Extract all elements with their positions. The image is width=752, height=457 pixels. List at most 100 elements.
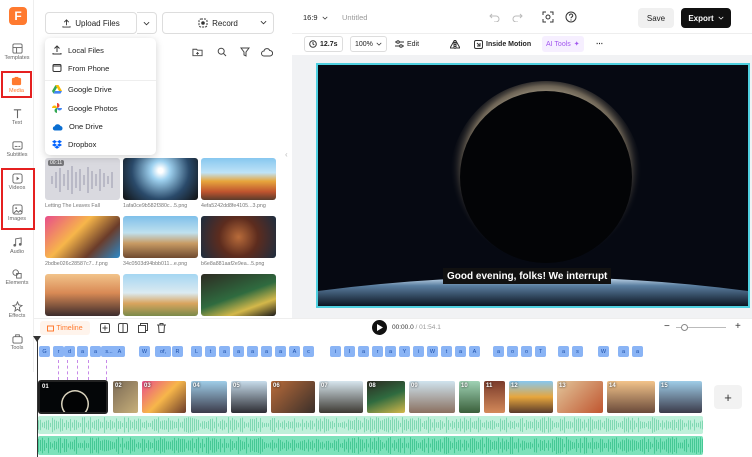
screen-capture-icon[interactable]: [542, 11, 554, 23]
subtitle-word-chip[interactable]: a: [558, 346, 569, 357]
sidebar-item-elements[interactable]: Elements: [1, 265, 33, 295]
subtitle-word-chip[interactable]: R: [172, 346, 183, 357]
save-button[interactable]: Save: [638, 8, 674, 28]
inside-motion-button[interactable]: Inside Motion: [474, 36, 531, 52]
subtitle-word-chip[interactable]: o: [507, 346, 518, 357]
subtitle-word-chip[interactable]: a: [261, 346, 272, 357]
subtitle-word-chip[interactable]: G: [39, 346, 50, 357]
media-thumbnail[interactable]: [201, 158, 276, 200]
subtitle-word-chip[interactable]: Y: [399, 346, 410, 357]
sidebar-item-templates[interactable]: Templates: [1, 40, 33, 70]
menu-item-from-phone[interactable]: From Phone: [52, 63, 109, 73]
app-logo[interactable]: F: [9, 7, 27, 25]
media-thumbnail[interactable]: [45, 274, 120, 316]
subtitle-word-chip[interactable]: i: [413, 346, 424, 357]
subtitle-word-chip[interactable]: a: [90, 346, 101, 357]
play-button[interactable]: [372, 320, 387, 335]
menu-item-google-drive[interactable]: Google Drive: [52, 85, 112, 94]
video-clip[interactable]: 02: [112, 380, 139, 414]
flip-icon[interactable]: [450, 36, 460, 52]
audio-track-voice[interactable]: [38, 416, 703, 434]
sidebar-item-text[interactable]: Text: [1, 105, 33, 135]
record-button[interactable]: Record: [162, 12, 274, 34]
edit-button[interactable]: Edit: [395, 36, 419, 52]
subtitle-word-chip[interactable]: c: [303, 346, 314, 357]
undo-icon[interactable]: [489, 12, 500, 22]
subtitle-word-chip[interactable]: a: [455, 346, 466, 357]
video-clip[interactable]: 13: [556, 380, 604, 414]
subtitle-word-chip[interactable]: A: [289, 346, 300, 357]
subtitle-word-chip[interactable]: W: [598, 346, 609, 357]
filter-icon[interactable]: [238, 45, 252, 59]
subtitle-word-chip[interactable]: a: [358, 346, 369, 357]
video-clip[interactable]: 04: [190, 380, 228, 414]
subtitle-word-chip[interactable]: a: [275, 346, 286, 357]
cloud-icon[interactable]: [260, 45, 274, 59]
aspect-ratio-select[interactable]: 16:9: [303, 13, 328, 22]
subtitle-word-chip[interactable]: r: [53, 346, 64, 357]
zoom-in-icon[interactable]: +: [735, 321, 741, 332]
more-options-icon[interactable]: ⋯: [596, 36, 603, 52]
help-icon[interactable]: [565, 11, 577, 23]
media-thumbnail[interactable]: 00:11: [45, 158, 120, 200]
zoom-out-icon[interactable]: −: [664, 322, 670, 332]
split-icon[interactable]: [118, 323, 128, 333]
video-clip[interactable]: 11: [483, 380, 506, 414]
subtitle-word-chip[interactable]: A: [114, 346, 125, 357]
sidebar-item-effects[interactable]: Effects: [1, 298, 33, 328]
menu-item-one-drive[interactable]: One Drive: [52, 122, 103, 131]
playhead-handle[interactable]: [33, 336, 41, 342]
subtitle-word-chip[interactable]: o: [521, 346, 532, 357]
menu-item-dropbox[interactable]: Dropbox: [52, 140, 96, 149]
sidebar-item-tools[interactable]: Tools: [1, 330, 33, 360]
media-thumbnail[interactable]: [123, 216, 198, 258]
video-clip[interactable]: 12: [508, 380, 554, 414]
tab-timeline[interactable]: Timeline: [40, 321, 90, 335]
subtitle-word-chip[interactable]: T: [535, 346, 546, 357]
duration-control[interactable]: 12.7s: [304, 36, 343, 52]
video-clip[interactable]: 03: [141, 380, 187, 414]
menu-item-google-photos[interactable]: Google Photos: [52, 103, 118, 113]
menu-item-local-files[interactable]: Local Files: [52, 45, 104, 55]
sidebar-item-images[interactable]: Images: [1, 201, 33, 231]
subtitle-word-chip[interactable]: I: [344, 346, 355, 357]
subtitle-word-chip[interactable]: t: [441, 346, 452, 357]
add-track-icon[interactable]: [100, 323, 110, 333]
add-clip-button[interactable]: +: [714, 385, 742, 409]
subtitle-word-chip[interactable]: L: [191, 346, 202, 357]
media-thumbnail[interactable]: [123, 158, 198, 200]
subtitle-word-chip[interactable]: r: [372, 346, 383, 357]
subtitle-word-chip[interactable]: W: [427, 346, 438, 357]
audio-track-music[interactable]: [38, 436, 703, 455]
subtitle-word-chip[interactable]: i: [330, 346, 341, 357]
subtitle-word-chip[interactable]: a: [618, 346, 629, 357]
new-folder-icon[interactable]: [190, 45, 204, 59]
subtitle-word-chip[interactable]: d: [64, 346, 75, 357]
video-clip[interactable]: 01: [38, 380, 108, 414]
subtitle-word-chip[interactable]: A: [469, 346, 480, 357]
subtitle-word-chip[interactable]: a: [247, 346, 258, 357]
delete-icon[interactable]: [157, 323, 166, 333]
media-thumbnail[interactable]: [45, 216, 120, 258]
sidebar-item-videos[interactable]: Videos: [1, 170, 33, 200]
subtitle-caption[interactable]: Good evening, folks! We interrupt: [443, 268, 612, 284]
upload-files-button[interactable]: Upload Files: [45, 12, 137, 34]
media-thumbnail[interactable]: [201, 274, 276, 316]
upload-options-button[interactable]: [137, 12, 157, 34]
subtitle-word-chip[interactable]: a: [77, 346, 88, 357]
subtitle-word-chip[interactable]: a: [493, 346, 504, 357]
media-thumbnail[interactable]: [201, 216, 276, 258]
zoom-select[interactable]: 100%: [350, 36, 387, 52]
subtitle-word-chip[interactable]: of,: [155, 346, 171, 357]
subtitle-word-chip[interactable]: a: [219, 346, 230, 357]
ai-tools-button[interactable]: AI Tools ✦: [542, 36, 584, 52]
subtitle-word-chip[interactable]: t: [205, 346, 216, 357]
video-clip[interactable]: 14: [606, 380, 656, 414]
video-clip[interactable]: 06: [270, 380, 316, 414]
duplicate-icon[interactable]: [138, 323, 148, 333]
project-title[interactable]: Untitled: [342, 13, 367, 22]
sidebar-item-media[interactable]: Media: [1, 71, 32, 98]
search-icon[interactable]: [215, 45, 229, 59]
subtitle-word-chip[interactable]: a: [233, 346, 244, 357]
export-button[interactable]: Export: [681, 8, 731, 28]
